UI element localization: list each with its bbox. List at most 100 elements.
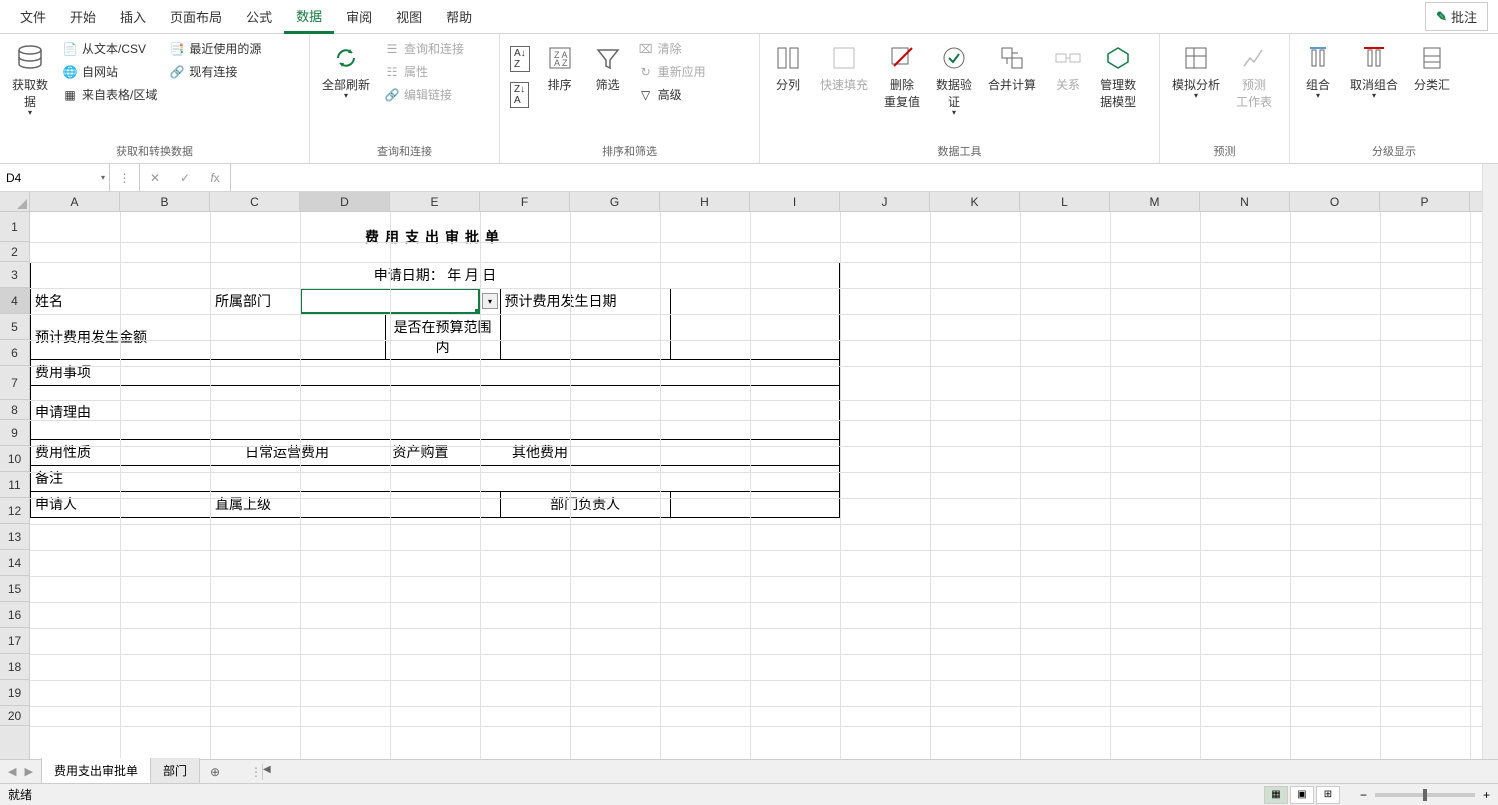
zoom-in-button[interactable]: + [1483, 788, 1490, 802]
row-header-1[interactable]: 1 [0, 212, 29, 242]
field-applicant[interactable] [121, 491, 211, 517]
menu-pagelayout[interactable]: 页面布局 [158, 1, 234, 32]
col-header-D[interactable]: D [300, 192, 390, 211]
from-text-csv-button[interactable]: 📄从文本/CSV [58, 38, 161, 59]
field-dept[interactable] [301, 288, 501, 314]
add-sheet-button[interactable]: ⊕ [200, 761, 230, 783]
whatif-button[interactable]: 模拟分析▾ [1166, 38, 1226, 104]
row-header-15[interactable]: 15 [0, 576, 29, 602]
view-normal-button[interactable]: ▦ [1264, 786, 1288, 804]
vertical-scrollbar[interactable] [1482, 164, 1498, 759]
col-header-J[interactable]: J [840, 192, 930, 211]
existing-connections-button[interactable]: 🔗现有连接 [165, 61, 265, 82]
row-header-20[interactable]: 20 [0, 706, 29, 726]
sort-asc-button[interactable]: A↓Z [506, 44, 534, 74]
sort-button[interactable]: Z AA Z 排序 [538, 38, 582, 97]
col-header-F[interactable]: F [480, 192, 570, 211]
row-header-8[interactable]: 8 [0, 400, 29, 420]
cancel-formula-button[interactable]: ✕ [140, 171, 170, 185]
field-expected-date[interactable] [670, 288, 839, 314]
row-header-3[interactable]: 3 [0, 262, 29, 288]
subtotal-button[interactable]: 分类汇 [1408, 38, 1456, 97]
cells-area[interactable]: 费用支出审批单 申请日期： 年 月 日 姓名 所属部门 预计费用发生日期 预计费… [30, 212, 1498, 776]
col-header-E[interactable]: E [390, 192, 480, 211]
menu-review[interactable]: 审阅 [334, 1, 384, 32]
row-header-17[interactable]: 17 [0, 628, 29, 654]
field-name[interactable] [121, 288, 211, 314]
menu-help[interactable]: 帮助 [434, 1, 484, 32]
from-web-button[interactable]: 🌐自网站 [58, 61, 161, 82]
menu-file[interactable]: 文件 [8, 1, 58, 32]
fx-button[interactable]: fx [200, 171, 230, 185]
row-header-19[interactable]: 19 [0, 680, 29, 706]
view-pagelayout-button[interactable]: ▣ [1290, 786, 1314, 804]
group-button[interactable]: 组合▾ [1296, 38, 1340, 104]
sheet-tab-2[interactable]: 部门 [151, 758, 200, 785]
col-header-A[interactable]: A [30, 192, 120, 211]
col-header-I[interactable]: I [750, 192, 840, 211]
menu-formulas[interactable]: 公式 [234, 1, 284, 32]
name-box[interactable]: D4▾ [0, 164, 110, 191]
row-header-6[interactable]: 6 [0, 340, 29, 366]
row-header-14[interactable]: 14 [0, 550, 29, 576]
row-header-2[interactable]: 2 [0, 242, 29, 262]
filter-button[interactable]: 筛选 [586, 38, 630, 97]
group-label-forecast: 预测 [1166, 141, 1283, 163]
menu-view[interactable]: 视图 [384, 1, 434, 32]
row-header-4[interactable]: 4 [0, 288, 29, 314]
row-header-18[interactable]: 18 [0, 654, 29, 680]
hscroll-grip[interactable]: ⋮ [250, 762, 262, 782]
field-dept-head[interactable] [670, 491, 839, 517]
ungroup-button[interactable]: 取消组合▾ [1344, 38, 1404, 104]
col-header-P[interactable]: P [1380, 192, 1470, 211]
row-header-11[interactable]: 11 [0, 472, 29, 498]
col-header-M[interactable]: M [1110, 192, 1200, 211]
data-model-button[interactable]: 管理数 据模型 [1094, 38, 1142, 114]
menu-data[interactable]: 数据 [284, 0, 334, 34]
field-supervisor[interactable] [301, 491, 501, 517]
row-header-16[interactable]: 16 [0, 602, 29, 628]
row-header-5[interactable]: 5 [0, 314, 29, 340]
col-header-K[interactable]: K [930, 192, 1020, 211]
refresh-all-button[interactable]: 全部刷新 ▾ [316, 38, 376, 104]
sheet-nav-next[interactable]: ▶ [24, 765, 32, 778]
menu-home[interactable]: 开始 [58, 1, 108, 32]
col-header-O[interactable]: O [1290, 192, 1380, 211]
col-header-C[interactable]: C [210, 192, 300, 211]
row-header-12[interactable]: 12 [0, 498, 29, 524]
view-pagebreak-button[interactable]: ⊞ [1316, 786, 1340, 804]
confirm-formula-button[interactable]: ✓ [170, 171, 200, 185]
select-all-corner[interactable] [0, 192, 30, 212]
cell-dropdown-button[interactable]: ▾ [482, 293, 498, 309]
sheet-tab-1[interactable]: 费用支出审批单 [42, 758, 151, 785]
field-in-budget-ext[interactable] [670, 314, 839, 359]
get-data-button[interactable]: 获取数 据 ▾ [6, 38, 54, 121]
recent-sources-button[interactable]: 📑最近使用的源 [165, 38, 265, 59]
sort-desc-button[interactable]: Z↓A [506, 80, 534, 110]
text-to-columns-button[interactable]: 分列 [766, 38, 810, 97]
remove-duplicates-button[interactable]: 删除 重复值 [878, 38, 926, 114]
annotate-button[interactable]: ✎批注 [1425, 2, 1488, 31]
col-header-L[interactable]: L [1020, 192, 1110, 211]
row-header-10[interactable]: 10 [0, 446, 29, 472]
field-expected-amount[interactable] [211, 314, 386, 359]
row-header-13[interactable]: 13 [0, 524, 29, 550]
col-header-B[interactable]: B [120, 192, 210, 211]
menu-insert[interactable]: 插入 [108, 1, 158, 32]
data-validation-button[interactable]: 数据验 证▾ [930, 38, 978, 121]
queries-connections-button[interactable]: ☰查询和连接 [380, 38, 468, 59]
field-in-budget[interactable] [500, 314, 670, 359]
col-header-H[interactable]: H [660, 192, 750, 211]
col-header-N[interactable]: N [1200, 192, 1290, 211]
formula-input[interactable] [231, 164, 1498, 191]
col-header-G[interactable]: G [570, 192, 660, 211]
zoom-slider[interactable]: − + [1360, 788, 1490, 802]
from-table-button[interactable]: ▦来自表格/区域 [58, 84, 161, 105]
sheet-nav-prev[interactable]: ◀ [8, 765, 16, 778]
row-header-9[interactable]: 9 [0, 420, 29, 446]
zoom-out-button[interactable]: − [1360, 788, 1367, 802]
horizontal-scrollbar[interactable]: ◀ [262, 764, 1498, 780]
row-header-7[interactable]: 7 [0, 366, 29, 400]
consolidate-button[interactable]: 合并计算 [982, 38, 1042, 97]
advanced-filter-button[interactable]: ▽高级 [634, 84, 710, 105]
